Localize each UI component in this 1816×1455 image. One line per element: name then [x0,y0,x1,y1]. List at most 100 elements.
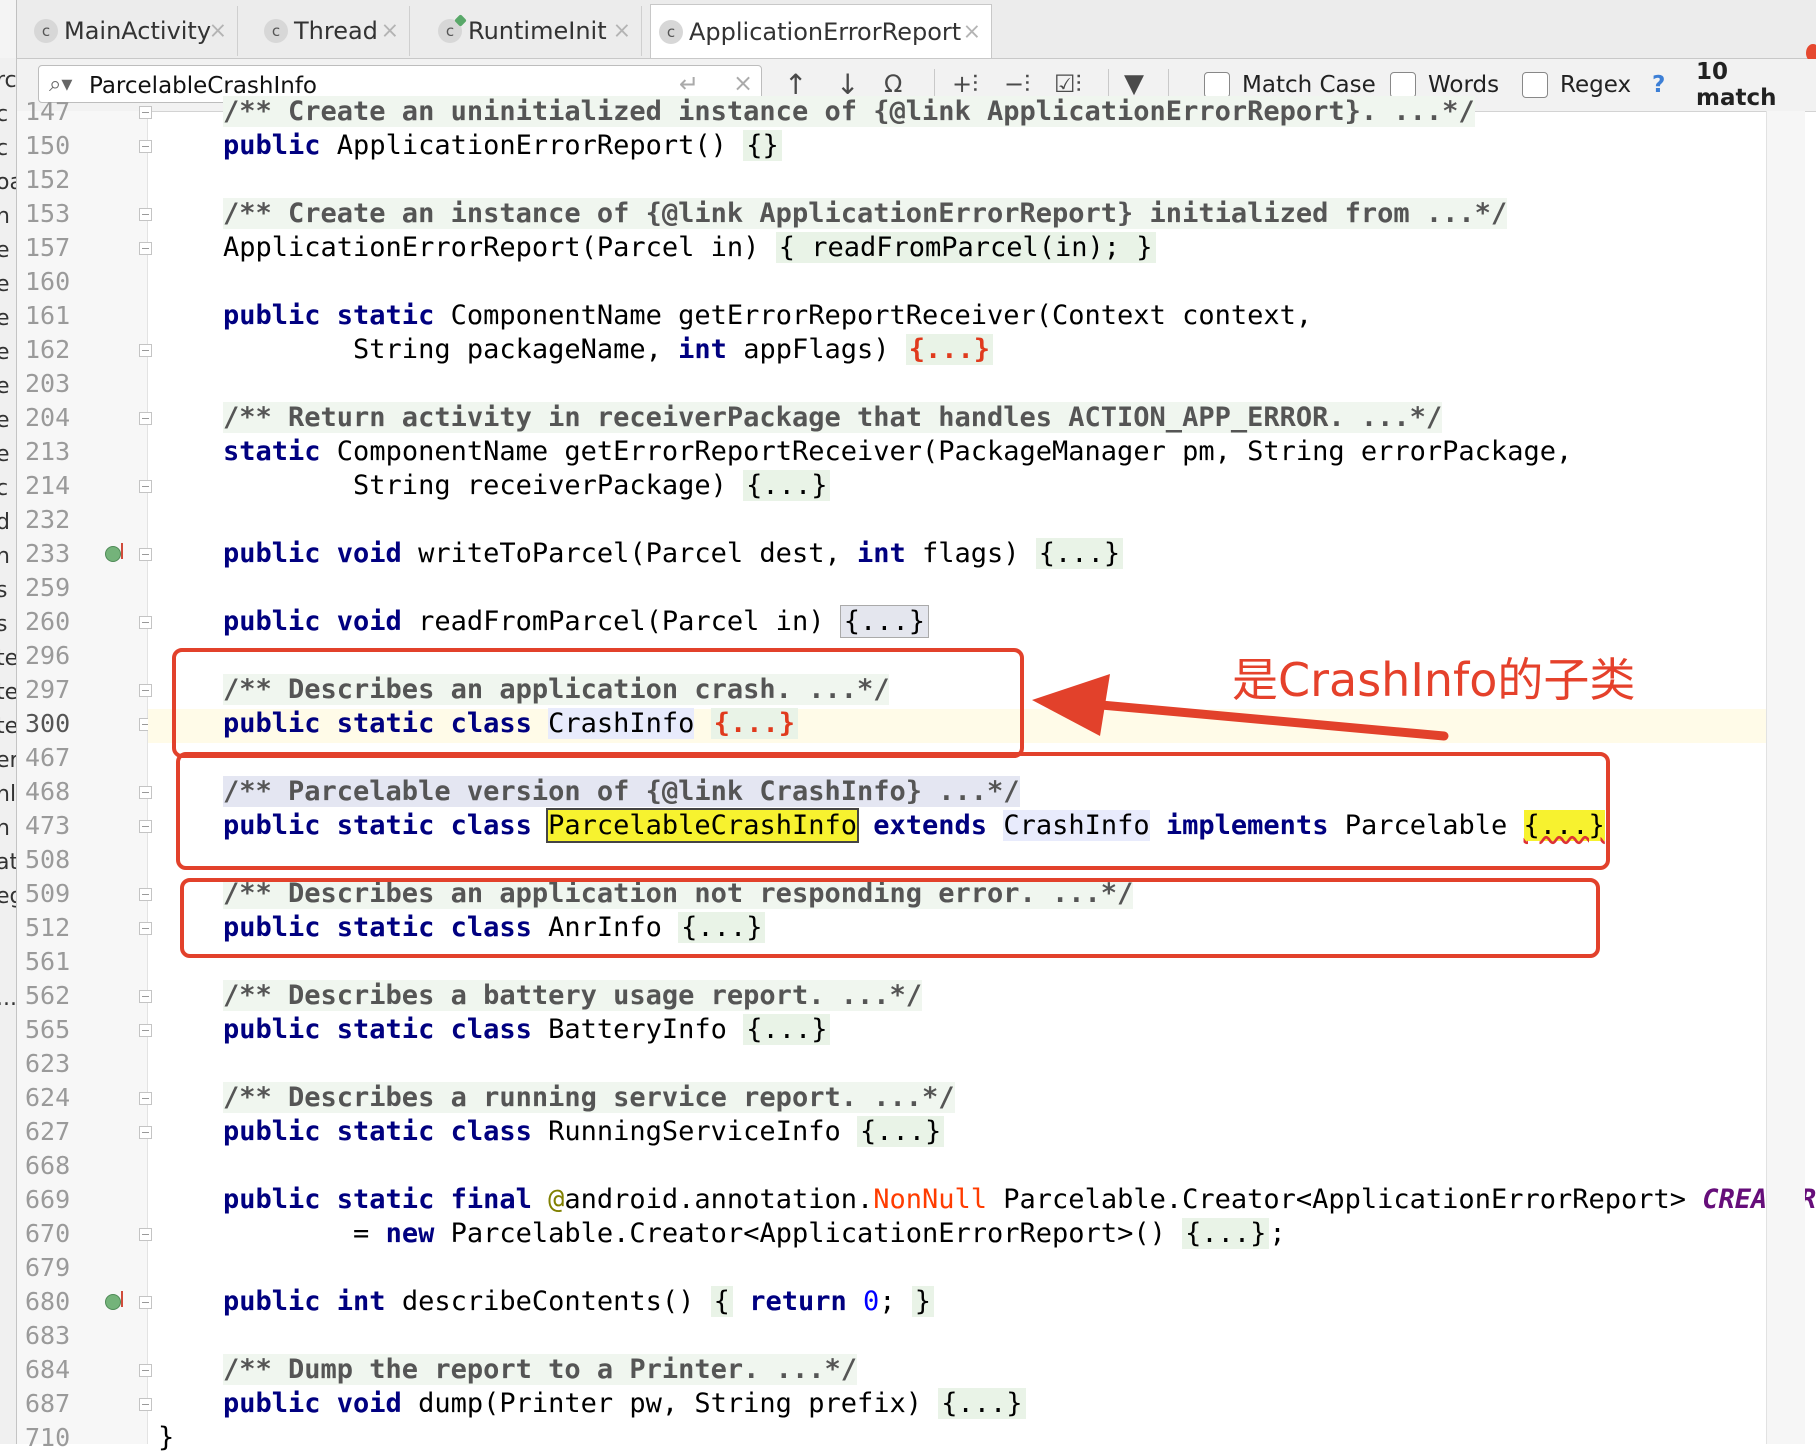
adjacent-panel-text: eg [0,884,16,909]
close-icon[interactable]: × [963,19,981,44]
line-number: 153 [25,199,71,228]
code-line-624: /** Describes a running service report. … [223,1082,955,1113]
adjacent-panel-text: rc [0,68,17,93]
match-count: 10 match [1696,59,1777,111]
adjacent-panel-text: ... [0,986,17,1011]
adjacent-panel-text: e [0,442,10,467]
adjacent-panel-text: e [0,238,10,263]
adjacent-panel-text: e [0,408,10,433]
line-number: 203 [25,369,71,398]
line-number-gutter: 147 150 152 153 157 160 161 162 203 204 213 214 232 2… [17,97,152,1452]
line-number: 473 [25,811,71,840]
line-number: 296 [25,641,71,670]
line-number: 684 [25,1355,71,1384]
implements-method-icon[interactable] [105,543,123,562]
code-line-204: /** Return activity in receiverPackage t… [223,402,1443,433]
editor-scrollbar[interactable] [1766,111,1805,1444]
adjacent-panel-text: e [0,306,10,331]
adjacent-panel-text: n [0,816,10,841]
code-line-150: public ApplicationErrorReport() {} [223,129,782,163]
close-icon[interactable]: × [381,19,399,44]
line-number: 561 [25,947,71,976]
adjacent-panel-text: e [0,340,10,365]
code-line-147: /** Create an uninitialized instance of … [223,96,1475,127]
line-number: 624 [25,1083,71,1112]
line-number: 669 [25,1185,71,1214]
adjacent-panel-text: h [0,544,10,569]
line-number: 204 [25,403,71,432]
close-icon[interactable]: × [613,19,631,44]
line-number: 300 [25,709,71,738]
adjacent-panel-text: c [0,102,8,127]
tab-applicationerrorreport[interactable]: c ApplicationErrorReport × [650,4,992,58]
code-line-670: = new Parcelable.Creator<ApplicationErro… [223,1218,1286,1249]
code-line-214: String receiverPackage) {...} [223,469,831,503]
annotation-text: 是CrashInfo的子类 [1232,653,1636,707]
code-line-213: static ComponentName getErrorReportRecei… [223,436,1573,467]
tab-mainactivity[interactable]: c MainActivity × [26,6,238,56]
line-number: 213 [25,437,71,466]
code-line-627: public static class RunningServiceInfo {… [223,1115,945,1149]
tab-label: MainActivity [64,17,212,45]
adjacent-panel-text: s [0,578,7,603]
line-number: 683 [25,1321,71,1350]
line-number: 232 [25,505,71,534]
line-number: 467 [25,743,71,772]
code-line-153: /** Create an instance of {@link Applica… [223,198,1508,229]
checkbox-box[interactable] [1522,72,1548,98]
line-number: 157 [25,233,71,262]
line-number: 512 [25,913,71,942]
line-number: 152 [25,165,71,194]
line-number: 687 [25,1389,71,1418]
line-number: 297 [25,675,71,704]
line-number: 623 [25,1049,71,1078]
line-number: 233 [25,539,71,568]
line-number: 565 [25,1015,71,1044]
line-number: 670 [25,1219,71,1248]
line-number: 260 [25,607,71,636]
adjacent-panel-text: n [0,204,10,229]
implements-method-icon[interactable] [105,1291,123,1310]
annotation-box-crashinfo [172,648,1024,758]
line-number: 562 [25,981,71,1010]
line-number: 259 [25,573,71,602]
adjacent-panel-text: c [0,136,8,161]
adjacent-panel-text: te [0,714,17,739]
line-number: 679 [25,1253,71,1282]
newline-icon[interactable]: ↵ [679,70,699,98]
regex-help-link[interactable]: ? [1652,69,1665,101]
adjacent-panel-text: e [0,272,10,297]
tab-thread[interactable]: c Thread × [256,6,410,56]
tab-runtimeinit[interactable]: c RuntimeInit × [430,6,642,56]
close-icon[interactable]: × [209,19,227,44]
code-line-233: public void writeToParcel(Parcel dest, i… [223,537,1124,571]
code-line-157: ApplicationErrorReport(Parcel in) { read… [223,231,1156,265]
line-number: 161 [25,301,71,330]
code-line-161: public static ComponentName getErrorRepo… [223,300,1313,331]
tab-label: ApplicationErrorReport [689,17,962,46]
line-number: 160 [25,267,71,296]
class-icon: c [659,19,683,44]
adjacent-panel-edge: rcccoaneeeeeeecdhssteteteernlnateg... [0,58,17,1444]
code-line-684: /** Dump the report to a Printer. ...*/ [223,1354,857,1385]
code-line-669: public static final @android.annotation.… [223,1184,1816,1215]
clear-icon[interactable]: × [733,69,753,97]
class-icon: c [264,19,288,43]
regex-checkbox[interactable]: Regex [1522,69,1631,101]
code-line-565: public static class BatteryInfo {...} [223,1013,831,1047]
adjacent-panel-text: s [0,612,7,637]
adjacent-panel-text: d [0,510,10,535]
annotation-box-parcelablecrashinfo [176,752,1610,870]
adjacent-panel-text: te [0,646,17,671]
line-number: 710 [25,1423,71,1452]
search-icon[interactable]: ⌕▾ [49,72,72,97]
annotation-box-anrinfo [180,878,1600,958]
line-number: 147 [25,97,71,126]
code-line-680: public int describeContents() { return 0… [223,1285,935,1319]
tab-bar-left-edge [0,0,17,58]
code-line-687: public void dump(Printer pw, String pref… [223,1387,1026,1421]
code-line-260: public void readFromParcel(Parcel in) {.… [223,605,930,639]
line-number: 508 [25,845,71,874]
tab-label: Thread [294,17,378,45]
code-line-710: } [158,1422,175,1453]
